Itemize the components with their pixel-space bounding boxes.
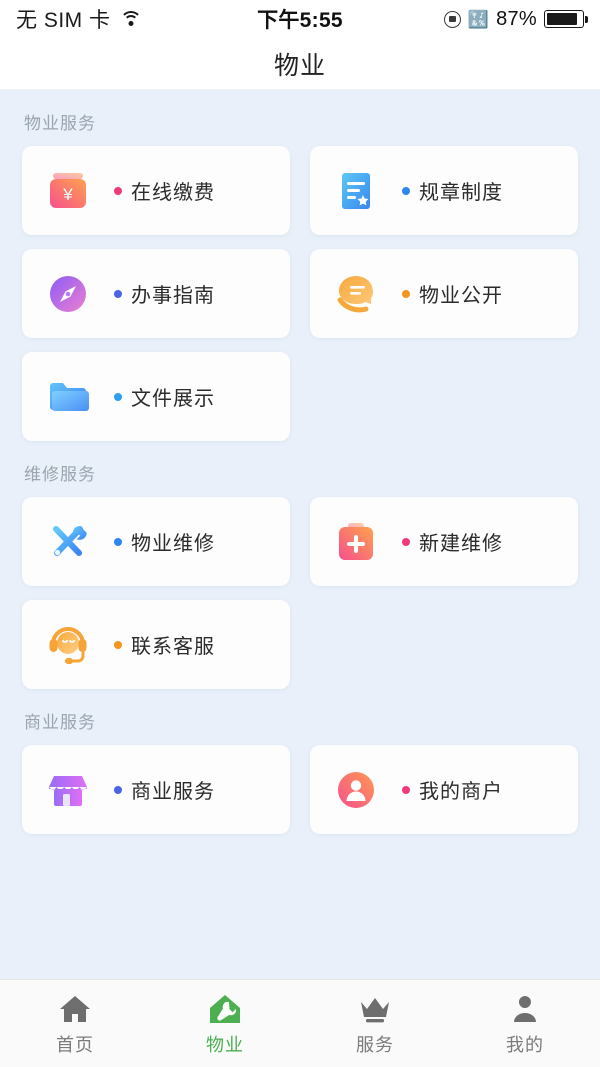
section-title-repair-services: 维修服务 xyxy=(24,465,96,484)
folder-icon xyxy=(44,373,92,421)
bullet-dot xyxy=(114,186,122,195)
battery-icon xyxy=(544,10,588,28)
tab-label: 物业 xyxy=(206,1034,244,1055)
bullet-dot xyxy=(402,785,410,794)
card-rules-regulations[interactable]: 规章制度 xyxy=(310,146,578,235)
bullet-dot xyxy=(114,785,122,794)
tab-label: 首页 xyxy=(56,1034,94,1055)
card-text: 新建维修 xyxy=(419,533,503,555)
bullet-dot xyxy=(402,186,410,195)
card-text: 文件展示 xyxy=(131,388,215,410)
shop-icon xyxy=(44,766,92,814)
card-label-rules-regulations: 规章制度 xyxy=(402,176,503,205)
grid-business-services: 商业服务 我的商户 xyxy=(0,745,600,834)
tools-icon xyxy=(44,518,92,566)
card-label-property-repair: 物业维修 xyxy=(114,527,215,556)
bullet-dot xyxy=(114,640,122,649)
navigation-bar: 物业 xyxy=(0,38,600,90)
home-icon xyxy=(58,991,92,1025)
merchant-avatar-icon xyxy=(332,766,380,814)
card-new-repair[interactable]: 新建维修 xyxy=(310,497,578,586)
compass-icon xyxy=(44,270,92,318)
page-title: 物业 xyxy=(273,51,326,80)
grid-repair-services: 物业维修 新建维修 联系客服 xyxy=(0,497,600,689)
card-business-services[interactable]: 商业服务 xyxy=(22,745,290,834)
document-star-icon xyxy=(332,167,380,215)
card-text: 规章制度 xyxy=(419,182,503,204)
tab-label: 服务 xyxy=(356,1034,394,1055)
crown-icon xyxy=(358,991,392,1025)
card-label-my-merchant: 我的商户 xyxy=(402,775,503,804)
card-property-disclosure[interactable]: 物业公开 xyxy=(310,249,578,338)
status-bar-clock: 下午5:55 xyxy=(257,9,343,32)
card-online-payment[interactable]: ¥ 在线缴费 xyxy=(22,146,290,235)
card-text: 我的商户 xyxy=(419,781,503,803)
grid-property-services: ¥ 在线缴费 规章制度 办事指南 物业公开 文件展示 xyxy=(0,146,600,441)
section-title-business-services: 商业服务 xyxy=(24,713,96,732)
card-label-file-display: 文件展示 xyxy=(114,382,215,411)
tab-home[interactable]: 首页 xyxy=(0,991,150,1057)
tab-services[interactable]: 服务 xyxy=(300,991,450,1057)
clipboard-plus-icon xyxy=(332,518,380,566)
tab-label: 我的 xyxy=(506,1034,544,1055)
card-property-repair[interactable]: 物业维修 xyxy=(22,497,290,586)
section-title-property-services: 物业服务 xyxy=(24,114,96,133)
bottom-tab-bar: 首页 物业 服务 我的 xyxy=(0,979,600,1067)
bullet-dot xyxy=(402,289,410,298)
house-wrench-icon xyxy=(208,991,242,1025)
card-label-property-disclosure: 物业公开 xyxy=(402,279,503,308)
card-label-online-payment: 在线缴费 xyxy=(114,176,215,205)
status-bar: 无 SIM 卡 下午5:55 🔣 87% xyxy=(0,0,600,38)
card-text: 物业公开 xyxy=(419,285,503,307)
card-service-guide[interactable]: 办事指南 xyxy=(22,249,290,338)
card-text: 物业维修 xyxy=(131,533,215,555)
tab-mine[interactable]: 我的 xyxy=(450,991,600,1057)
speech-hand-icon xyxy=(332,270,380,318)
card-label-business-services: 商业服务 xyxy=(114,775,215,804)
bullet-dot xyxy=(114,289,122,298)
card-text: 联系客服 xyxy=(131,636,215,658)
svg-text:¥: ¥ xyxy=(62,185,73,204)
card-label-new-repair: 新建维修 xyxy=(402,527,503,556)
card-file-display[interactable]: 文件展示 xyxy=(22,352,290,441)
rotation-lock-icon xyxy=(443,10,461,28)
headset-support-icon xyxy=(44,621,92,669)
bullet-dot xyxy=(114,392,122,401)
app-screen: 无 SIM 卡 下午5:55 🔣 87% 物业 物业服务 ¥ 在线缴费 规章制度… xyxy=(0,0,600,1067)
tab-property[interactable]: 物业 xyxy=(150,991,300,1057)
money-jar-icon: ¥ xyxy=(44,167,92,215)
content-scroll-area[interactable]: 物业服务 ¥ 在线缴费 规章制度 办事指南 物业公开 文件展示 维修服务 物业维… xyxy=(0,90,600,979)
person-icon xyxy=(508,991,542,1025)
card-text: 在线缴费 xyxy=(131,182,215,204)
card-contact-support[interactable]: 联系客服 xyxy=(22,600,290,689)
card-text: 商业服务 xyxy=(131,781,215,803)
card-my-merchant[interactable]: 我的商户 xyxy=(310,745,578,834)
card-label-contact-support: 联系客服 xyxy=(114,630,215,659)
card-label-service-guide: 办事指南 xyxy=(114,279,215,308)
card-text: 办事指南 xyxy=(131,285,215,307)
bullet-dot xyxy=(402,537,410,546)
bullet-dot xyxy=(114,537,122,546)
